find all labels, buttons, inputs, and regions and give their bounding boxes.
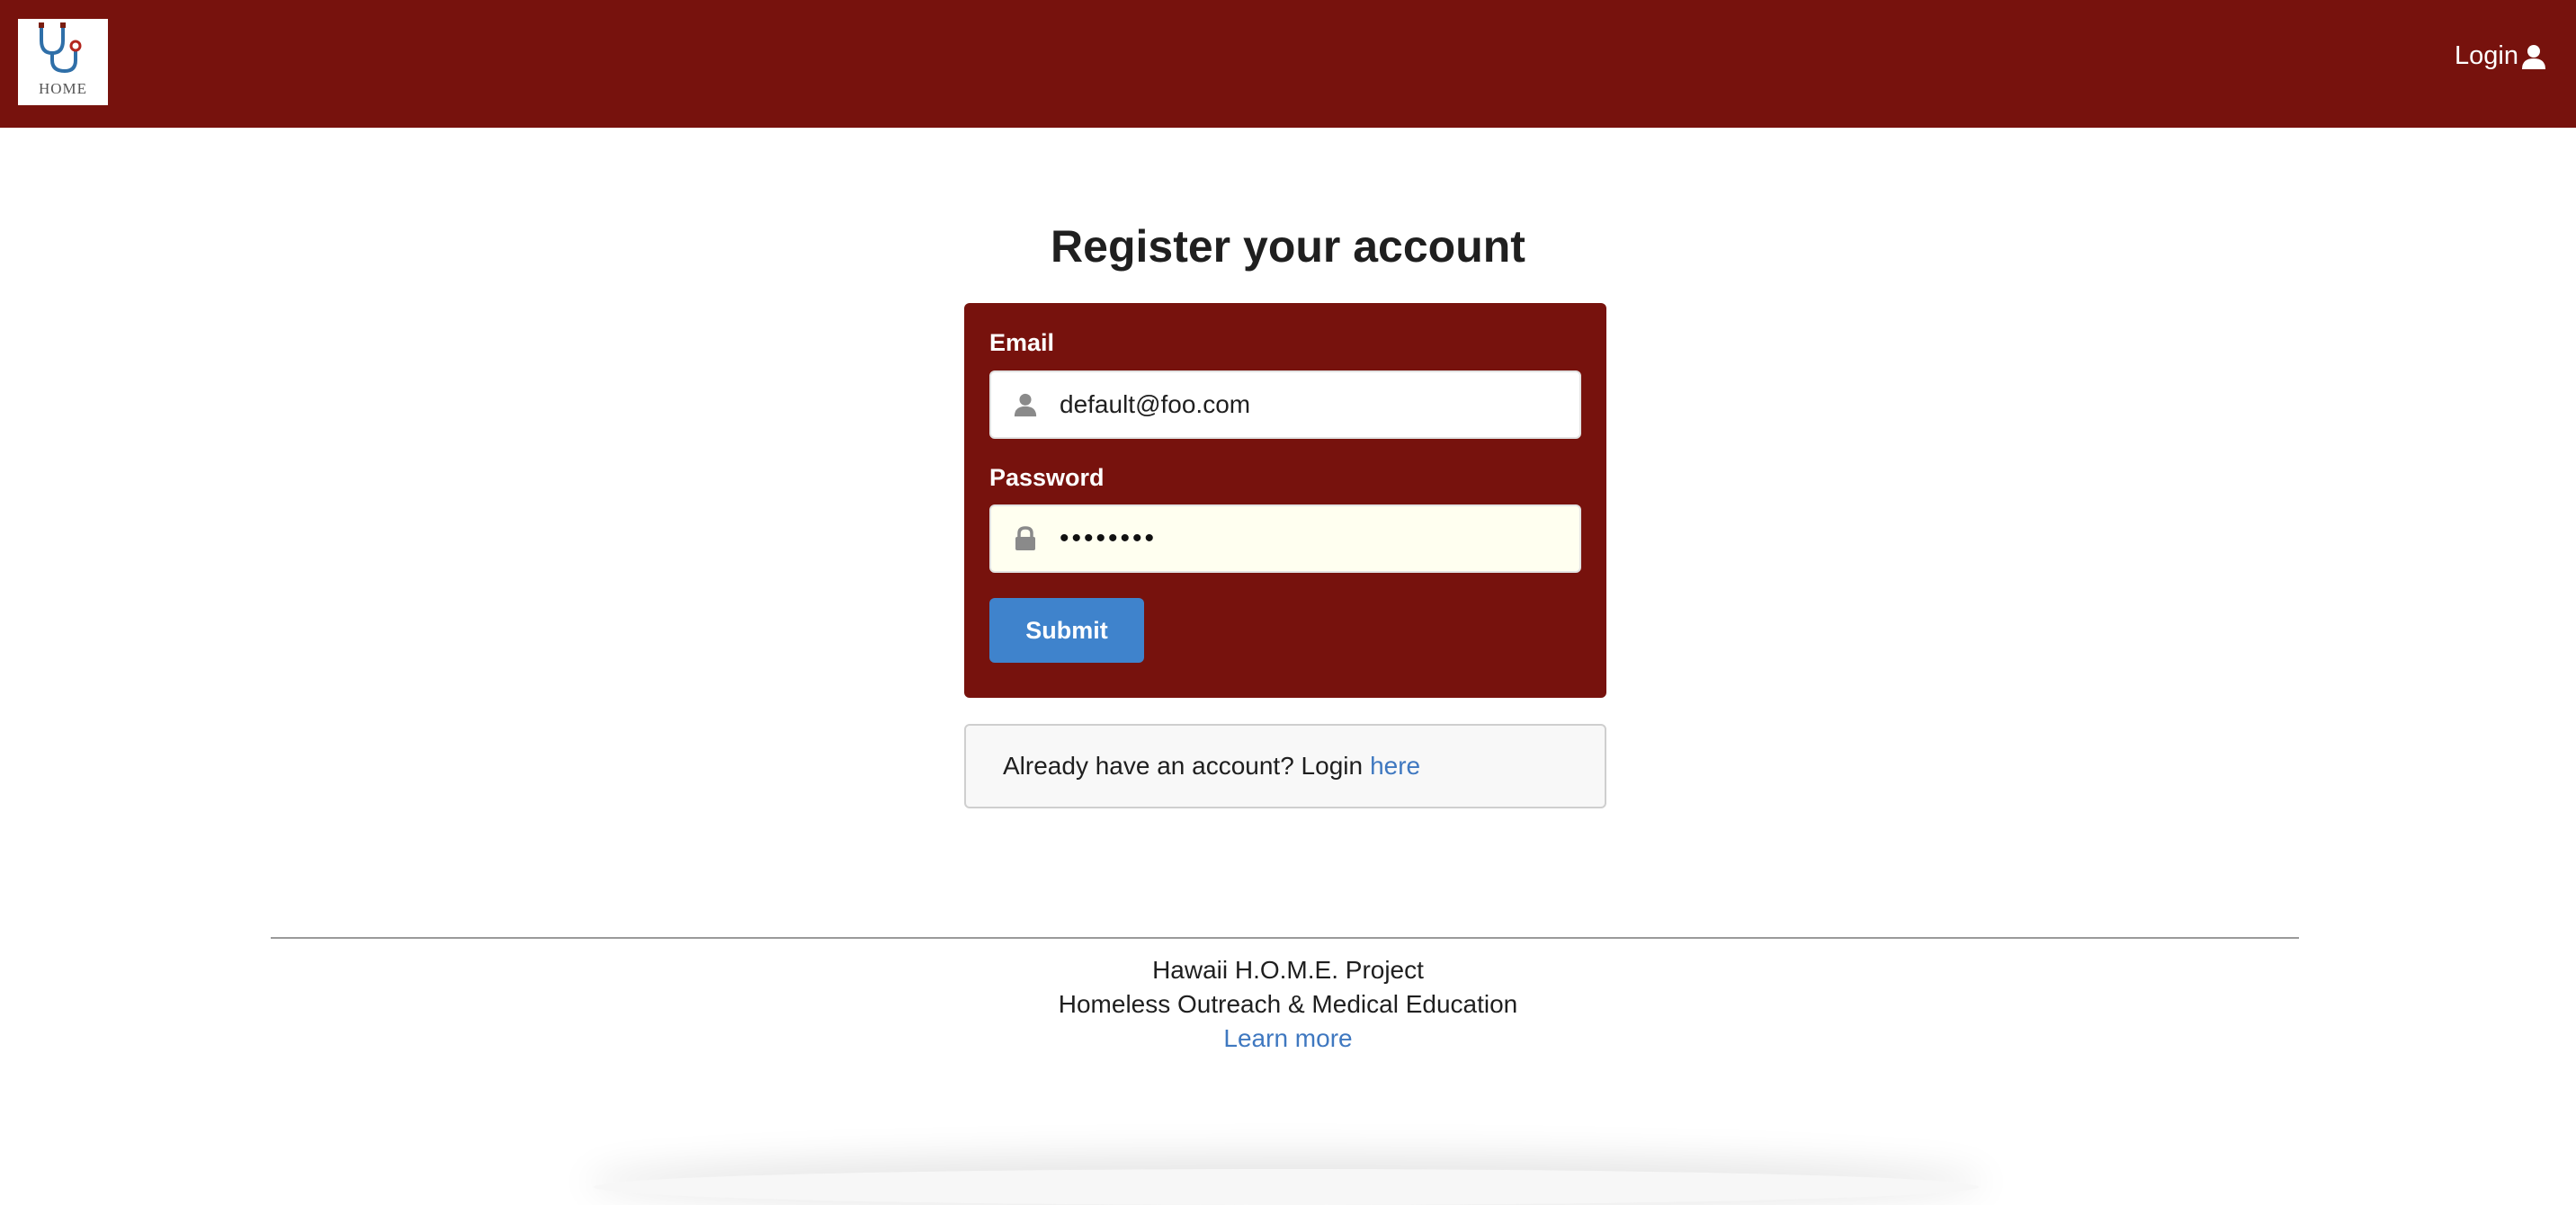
learn-more-link[interactable]: Learn more: [1223, 1024, 1352, 1052]
footer-project-name: Hawaii H.O.M.E. Project: [1152, 956, 1424, 984]
email-label: Email: [989, 329, 1055, 356]
footer: Hawaii H.O.M.E. Project Homeless Outreac…: [0, 953, 2576, 1056]
email-input[interactable]: [1060, 390, 1563, 419]
login-prompt-message: Already have an account? Login here: [964, 724, 1606, 808]
stethoscope-icon: [39, 22, 82, 74]
nav-login-label: Login: [2455, 41, 2518, 70]
password-label: Password: [989, 464, 1105, 491]
footer-project-description: Homeless Outreach & Medical Education: [1058, 990, 1518, 1018]
register-form: Email Password •••••••• Submit: [964, 303, 1606, 698]
nav-login-link[interactable]: Login: [2455, 41, 2547, 71]
login-prompt-text: Already have an account? Login: [1003, 752, 1364, 780]
submit-button[interactable]: Submit: [989, 598, 1144, 663]
page-title: Register your account: [1051, 221, 1525, 272]
footer-divider: [271, 937, 2299, 939]
password-field-wrapper[interactable]: ••••••••: [989, 504, 1581, 573]
login-here-link[interactable]: here: [1370, 752, 1420, 781]
lock-icon: [991, 526, 1060, 551]
email-field-wrapper: [989, 370, 1581, 439]
user-icon: [2522, 44, 2545, 69]
password-input[interactable]: ••••••••: [1060, 523, 1157, 554]
bottom-shadow: [594, 1169, 1979, 1205]
logo-text: HOME: [38, 80, 88, 97]
user-icon: [991, 392, 1060, 417]
home-logo[interactable]: HOME: [18, 19, 108, 105]
top-navbar: HOME Login: [0, 0, 2576, 128]
